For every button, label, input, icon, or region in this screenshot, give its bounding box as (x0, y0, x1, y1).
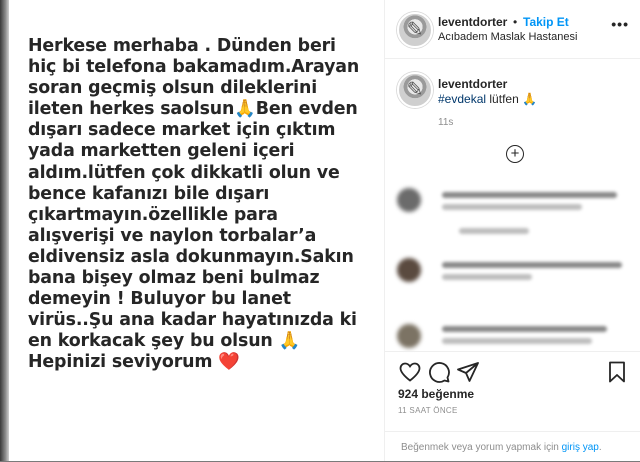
caption-avatar[interactable]: ✎ (397, 72, 433, 108)
profile-photo-icon: ✎ (406, 79, 424, 101)
paper-plane-icon[interactable] (456, 360, 480, 384)
post-text-line: soran geçmiş olsun dileklerini (28, 78, 318, 99)
separator-dot: • (513, 15, 518, 29)
post-header: ✎ leventdorter • Takip Et Acıbadem Masla… (385, 0, 640, 59)
post-text-line: Hepinizi seviyorum ❤️ (28, 352, 240, 373)
login-prompt: Beğenmek veya yorum yapmak için giriş ya… (385, 431, 640, 462)
post-text-line: yada marketten geleni içeri (28, 141, 295, 162)
post-text-line: dışarı sadece market için çıktım (28, 120, 336, 141)
post-text-line: eldivensiz asla dokunmayın.Sakın (28, 246, 354, 267)
caption-body: lütfen 🙏 (489, 92, 538, 106)
more-options-icon[interactable]: ••• (611, 16, 629, 32)
login-prompt-text: Beğenmek veya yorum yapmak için giriş ya… (401, 442, 602, 453)
post-text-line: virüs..Şu ana kadar hayatınızda ki (28, 310, 357, 331)
post-text-line: çıkartmayın.özellikle para (28, 204, 278, 225)
caption-username[interactable]: leventdorter (438, 77, 507, 91)
heart-icon[interactable] (398, 360, 422, 384)
post-text-line: bana bişey olmaz beni bulmaz (28, 268, 320, 289)
post-text-line: demeyin ! Buluyor bu lanet (28, 289, 291, 310)
post-text-line: bence kafanızı bile dışarı (28, 183, 270, 204)
post-text-line: Herkese merhaba . Dünden beri (28, 36, 336, 56)
comment-icon[interactable] (427, 360, 451, 384)
profile-photo-icon: ✎ (406, 19, 424, 41)
background-edge (0, 0, 9, 461)
caption-time: 11s (438, 117, 454, 128)
bookmark-icon[interactable] (605, 360, 629, 384)
avatar[interactable]: ✎ (397, 12, 433, 48)
follow-button[interactable]: Takip Et (523, 15, 569, 29)
login-prompt-prefix: Beğenmek veya yorum yapmak için (401, 442, 562, 453)
blurred-comment (397, 188, 637, 240)
post-text-line: aldım.lütfen çok dikkatli olun ve (28, 162, 340, 183)
login-prompt-suffix: . (598, 442, 602, 453)
post-text-line: hiç bi telefona bakamadım.Arayan (28, 57, 360, 78)
location-link[interactable]: Acıbadem Maslak Hastanesi (438, 31, 577, 43)
action-bar (385, 351, 640, 384)
header-username[interactable]: leventdorter (438, 15, 507, 29)
like-count[interactable]: 924 beğenme (398, 387, 474, 401)
post-text-line: ileten herkes saolsun🙏Ben evden (28, 99, 358, 120)
post-image[interactable]: Herkese merhaba . Dünden beri hiç bi tele… (9, 0, 384, 461)
post-sidebar: ✎ leventdorter • Takip Et Acıbadem Masla… (384, 0, 640, 461)
post-timestamp: 11 SAAT ÖNCE (398, 406, 458, 415)
load-more-comments-icon[interactable]: + (506, 145, 524, 163)
blurred-comment (397, 258, 637, 310)
post-image-text: Herkese merhaba . Dünden beri hiç bi tele… (28, 36, 388, 374)
post-text-line: alışverişi ve naylon torbalar’a (28, 225, 317, 246)
caption-text: #evdekal lütfen 🙏 (438, 92, 537, 106)
post-text-line: en korkacak şey bu olsun 🙏 (28, 331, 301, 352)
instagram-post: Herkese merhaba . Dünden beri hiç bi tele… (0, 0, 640, 461)
hashtag-link[interactable]: #evdekal (438, 92, 486, 106)
login-link[interactable]: giriş yap (562, 442, 599, 453)
